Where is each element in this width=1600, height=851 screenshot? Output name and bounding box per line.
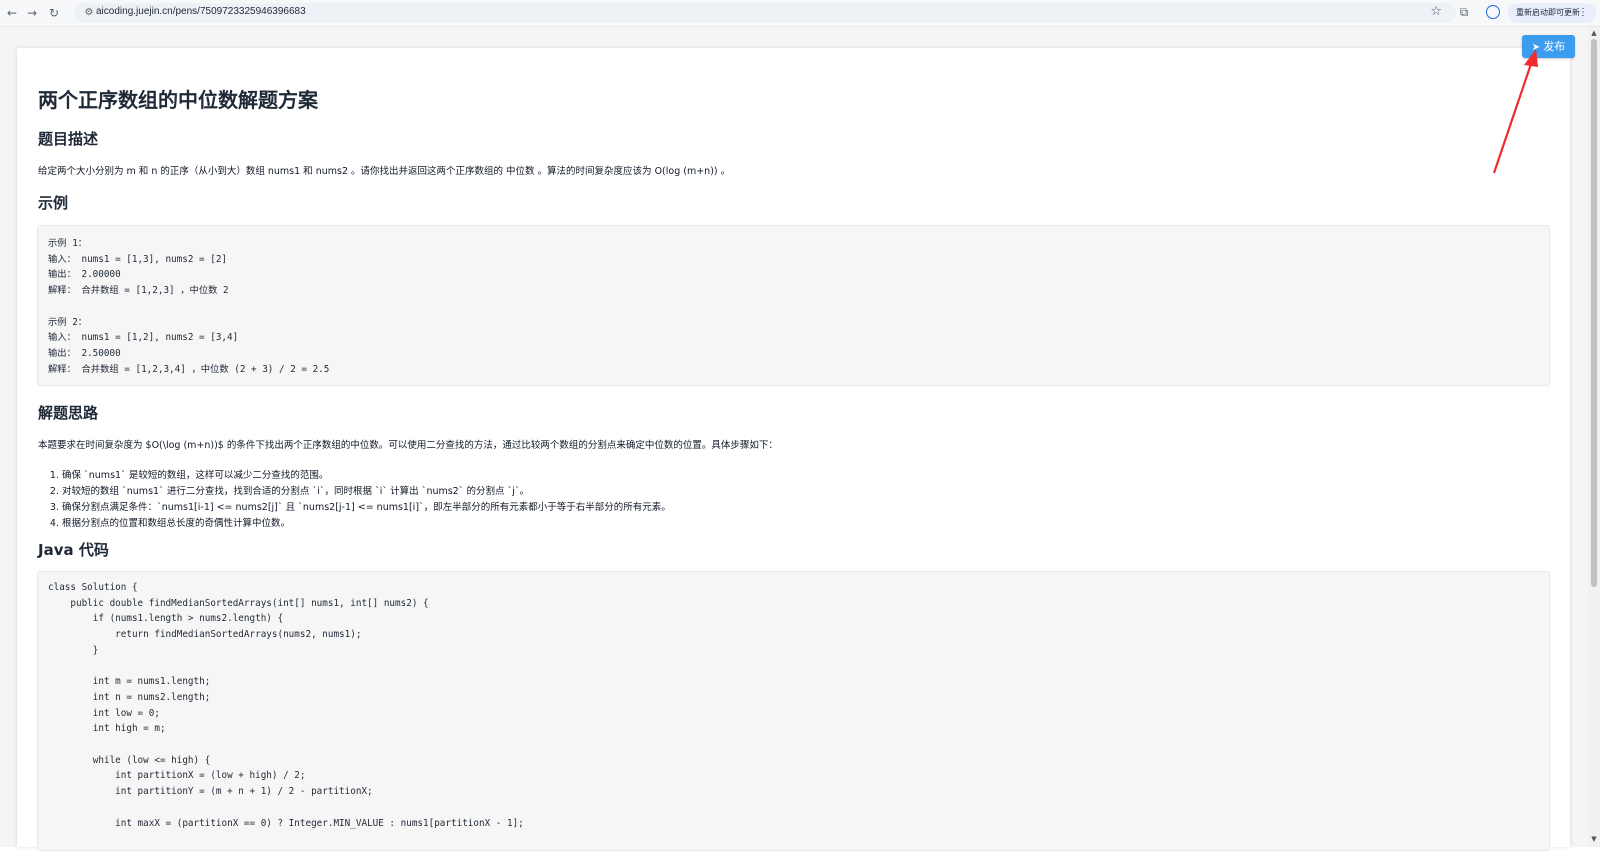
code-line: int high = m; [48, 723, 166, 735]
description-text: 给定两个大小分别为 m 和 n 的正序（从小到大）数组 nums1 和 nums… [38, 166, 731, 177]
example-line: 解释： 合并数组 = [1,2,3] ，中位数 2 [48, 285, 229, 297]
example-line: 输入： nums1 = [1,2], nums2 = [3,4] [48, 332, 239, 344]
code-line: int partitionX = (low + high) / 2; [48, 770, 306, 782]
code-line: int m = nums1.length; [48, 676, 211, 688]
update-label: 重新启动即可更新 [1516, 8, 1580, 17]
example-line: 输出： 2.00000 [48, 269, 121, 281]
scroll-down-icon[interactable]: ▼ [1590, 835, 1598, 843]
section-heading-approach: 解题思路 [38, 404, 99, 422]
example-line: 解释： 合并数组 = [1,2,3,4] ，中位数 (2 + 3) / 2 = … [48, 363, 330, 375]
section-heading-examples: 示例 [38, 194, 69, 212]
code-line: int partitionY = (m + n + 1) / 2 - parti… [48, 786, 373, 798]
java-code-block: class Solution { public double findMedia… [37, 571, 1550, 851]
code-line: int low = 0; [48, 707, 160, 719]
list-item: 根据分割点的位置和数组总长度的奇偶性计算中位数。 [62, 516, 671, 532]
profile-avatar-icon[interactable] [1486, 5, 1500, 19]
list-item: 确保分割点满足条件：`nums1[i-1] <= nums2[j]` 且 `nu… [62, 500, 671, 516]
scroll-up-icon[interactable]: ▲ [1590, 29, 1598, 37]
site-info-icon[interactable]: ⚙ [82, 6, 96, 20]
code-line: if (nums1.length > nums2.length) { [48, 613, 284, 625]
address-bar[interactable]: ⚙ aicoding.juejin.cn/pens/75097233259463… [74, 3, 1456, 23]
list-item: 对较短的数组 `nums1` 进行二分查找，找到合适的分割点 `i`，同时根据 … [62, 484, 671, 500]
section-heading-code: Java 代码 [38, 541, 109, 559]
bookmark-star-icon[interactable]: ☆ [1430, 4, 1442, 19]
browser-toolbar: ← → ↻ ⚙ aicoding.juejin.cn/pens/75097233… [0, 0, 1600, 27]
vertical-scrollbar[interactable]: ▲ ▼ [1588, 27, 1600, 847]
back-arrow-icon[interactable]: ← [4, 5, 20, 21]
approach-steps: 确保 `nums1` 是较短的数组，这样可以减少二分查找的范围。 对较短的数组 … [46, 468, 671, 532]
example-line: 示例 2： [48, 316, 88, 328]
code-line: while (low <= high) { [48, 754, 211, 766]
list-item: 确保 `nums1` 是较短的数组，这样可以减少二分查找的范围。 [62, 468, 671, 484]
annotation-arrow-icon [1492, 49, 1538, 174]
example-line: 示例 1： [48, 238, 88, 249]
page-title: 两个正序数组的中位数解题方案 [38, 88, 318, 112]
section-heading-description: 题目描述 [38, 130, 99, 148]
update-button[interactable]: 重新启动即可更新 ⋮ [1508, 3, 1596, 23]
url-text[interactable]: aicoding.juejin.cn/pens/7509723325946396… [96, 6, 306, 17]
code-line: public double findMedianSortedArrays(int… [48, 597, 429, 609]
code-line: int maxX = (partitionX == 0) ? Integer.M… [48, 817, 524, 829]
code-line: int n = nums2.length; [48, 691, 211, 703]
code-line: class Solution { [48, 582, 138, 593]
extensions-icon[interactable]: ⧉ [1456, 4, 1472, 20]
code-line: return findMedianSortedArrays(nums2, num… [48, 629, 362, 641]
approach-intro: 本题要求在时间复杂度为 $O(\log (m+n))$ 的条件下找出两个正序数组… [38, 440, 778, 451]
example-line: 输出： 2.50000 [48, 347, 121, 359]
example-line: 输入： nums1 = [1,3], nums2 = [2] [48, 253, 228, 265]
menu-kebab-icon[interactable]: ⋮ [1578, 3, 1588, 23]
reload-icon[interactable]: ↻ [46, 5, 62, 21]
forward-arrow-icon[interactable]: → [24, 5, 40, 21]
examples-block: 示例 1： 输入： nums1 = [1,3], nums2 = [2] 输出： 2… [37, 225, 1550, 386]
scroll-thumb[interactable] [1591, 39, 1597, 587]
code-line: } [48, 644, 99, 656]
